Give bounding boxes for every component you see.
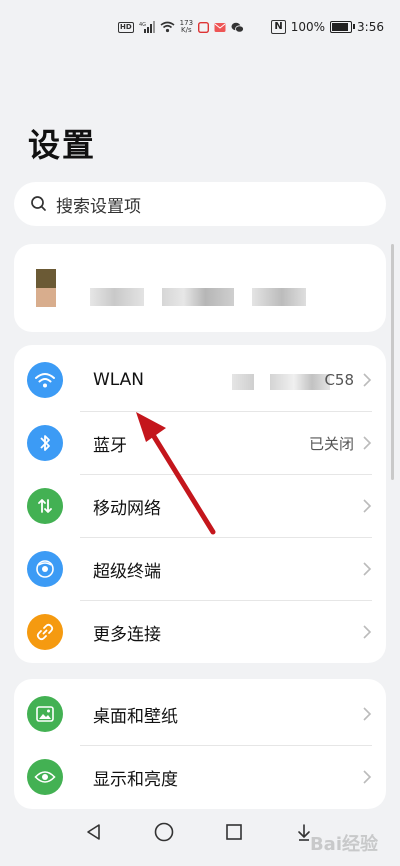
wlan-label: WLAN bbox=[93, 370, 145, 390]
mobile-network-icon bbox=[27, 488, 63, 524]
wlan-ssid-redacted bbox=[232, 374, 254, 390]
chevron-right-icon bbox=[363, 499, 372, 513]
account-info-redacted bbox=[162, 288, 234, 306]
status-left-icons: HD 4G 173 K/s bbox=[118, 20, 244, 34]
super-device-icon bbox=[27, 551, 63, 587]
settings-item-more-connections[interactable]: 更多连接 bbox=[14, 601, 386, 663]
notification-app-icon bbox=[198, 21, 210, 33]
status-right-icons: N 100% 3:56 bbox=[271, 20, 384, 34]
net-speed: 173 K/s bbox=[180, 20, 193, 34]
search-bar[interactable]: 搜索设置项 bbox=[14, 182, 386, 226]
wifi-status-icon bbox=[160, 21, 175, 33]
network-type: 4G bbox=[139, 22, 146, 28]
battery-percent: 100% bbox=[290, 20, 326, 34]
battery-fill bbox=[332, 23, 349, 31]
back-button[interactable] bbox=[80, 818, 108, 846]
scrollbar[interactable] bbox=[391, 244, 394, 480]
settings-item-display-brightness[interactable]: 显示和亮度 bbox=[14, 746, 386, 808]
chevron-right-icon bbox=[363, 770, 372, 784]
wallpaper-icon bbox=[27, 696, 63, 732]
clock: 3:56 bbox=[357, 20, 384, 34]
chevron-right-icon bbox=[363, 373, 372, 387]
link-icon bbox=[27, 614, 63, 650]
wlan-ssid-redacted-2 bbox=[270, 374, 330, 390]
mail-notification-icon bbox=[214, 22, 226, 32]
home-button[interactable] bbox=[150, 818, 178, 846]
battery-icon bbox=[330, 21, 356, 33]
chevron-right-icon bbox=[363, 562, 372, 576]
bluetooth-label: 蓝牙 bbox=[93, 435, 127, 456]
display-card: 桌面和壁纸 显示和亮度 bbox=[14, 679, 386, 809]
eye-icon bbox=[27, 759, 63, 795]
settings-item-wlan[interactable]: WLAN C58 bbox=[14, 349, 386, 411]
bluetooth-icon bbox=[27, 425, 63, 461]
search-placeholder: 搜索设置项 bbox=[56, 196, 141, 217]
settings-item-mobile-network[interactable]: 移动网络 bbox=[14, 475, 386, 537]
connectivity-card: WLAN C58 蓝牙 已关闭 移动网络 超级终端 更多连接 bbox=[14, 345, 386, 663]
signal-icon: 4G bbox=[139, 21, 155, 33]
display-brightness-label: 显示和亮度 bbox=[93, 769, 178, 790]
settings-item-bluetooth[interactable]: 蓝牙 已关闭 bbox=[14, 412, 386, 474]
more-connections-label: 更多连接 bbox=[93, 624, 161, 645]
wifi-icon bbox=[27, 362, 63, 398]
settings-screen: HD 4G 173 K/s N 100% 3:56 设置 搜索设置项 WLAN … bbox=[0, 0, 400, 866]
settings-item-super-device[interactable]: 超级终端 bbox=[14, 538, 386, 600]
hd-badge: HD bbox=[118, 21, 134, 33]
wlan-value: C58 bbox=[324, 371, 354, 389]
wallpaper-label: 桌面和壁纸 bbox=[93, 706, 178, 727]
super-device-label: 超级终端 bbox=[93, 561, 161, 582]
watermark: Bai经验 bbox=[309, 834, 378, 855]
bluetooth-status: 已关闭 bbox=[308, 434, 354, 453]
chevron-right-icon bbox=[363, 625, 372, 639]
chevron-right-icon bbox=[363, 436, 372, 450]
page-title: 设置 bbox=[28, 126, 97, 164]
recents-icon bbox=[226, 824, 242, 840]
chevron-right-icon bbox=[363, 707, 372, 721]
avatar bbox=[36, 269, 56, 307]
back-icon bbox=[87, 824, 100, 840]
account-name-redacted bbox=[90, 288, 144, 306]
wechat-icon bbox=[231, 22, 244, 33]
home-icon bbox=[154, 822, 174, 842]
search-icon bbox=[31, 196, 46, 211]
recents-button[interactable] bbox=[220, 818, 248, 846]
settings-item-wallpaper[interactable]: 桌面和壁纸 bbox=[14, 683, 386, 745]
account-card[interactable] bbox=[14, 244, 386, 332]
net-speed-unit: K/s bbox=[181, 26, 192, 34]
nfc-icon: N bbox=[271, 20, 286, 34]
mobile-network-label: 移动网络 bbox=[93, 498, 161, 519]
account-detail-redacted bbox=[252, 288, 306, 306]
status-bar: HD 4G 173 K/s N 100% 3:56 bbox=[0, 18, 400, 44]
